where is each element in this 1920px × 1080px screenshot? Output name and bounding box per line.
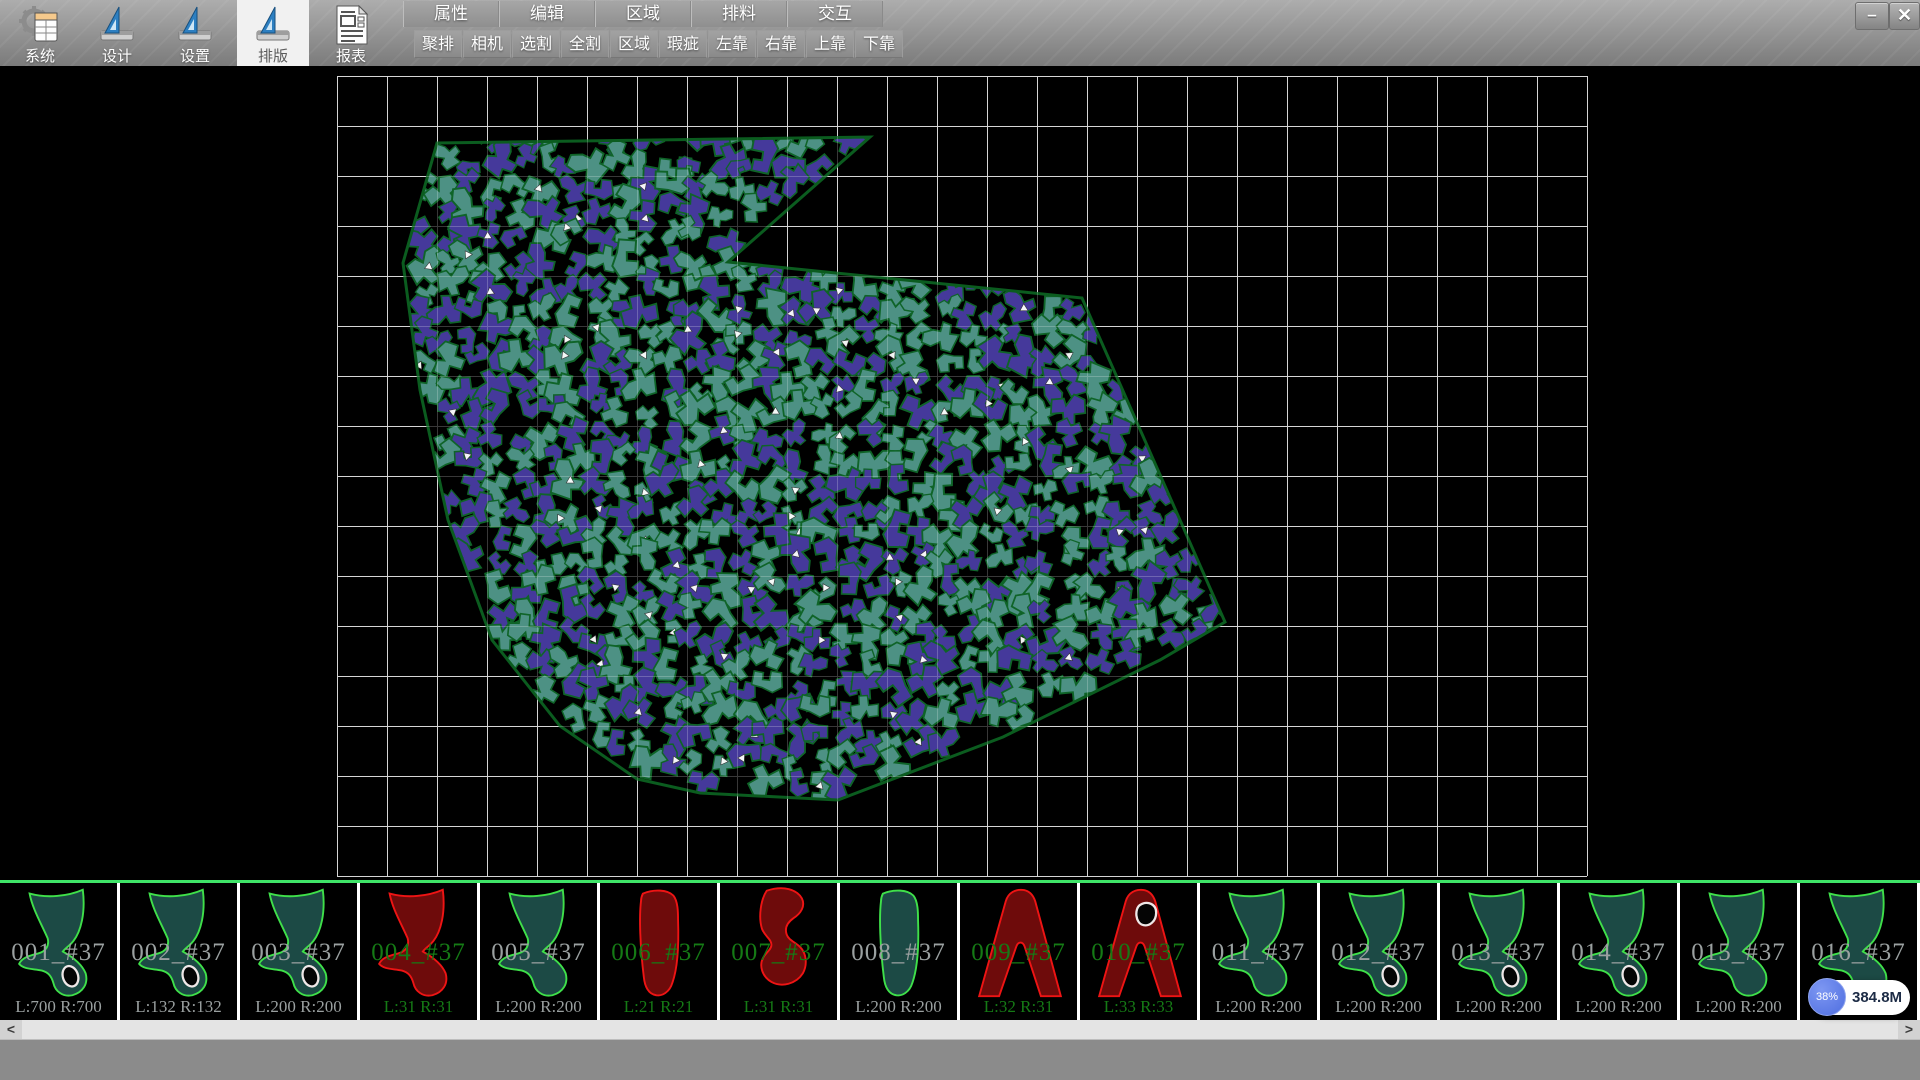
tab-region[interactable]: 区域 (595, 1, 691, 27)
tool-cut-all[interactable]: 全割 (561, 30, 609, 58)
app-button-label: 系统 (4, 45, 76, 66)
piece-id-label: 006_#37 (600, 939, 717, 967)
thumbnail-cell[interactable]: 006_#37 L:21 R:21 (600, 883, 720, 1020)
thumbnail-cell[interactable]: 014_#37 L:200 R:200 (1560, 883, 1680, 1020)
scroll-left-button[interactable]: < (0, 1020, 22, 1039)
tool-snap-down[interactable]: 下靠 (855, 30, 903, 58)
piece-count-label: L:31 R:31 (360, 997, 477, 1017)
piece-id-label: 002_#37 (120, 939, 237, 967)
piece-id-label: 013_#37 (1440, 939, 1557, 967)
piece-id-label: 007_#37 (720, 939, 837, 967)
app-button-settings[interactable]: 设置 (159, 0, 231, 66)
app-button-report[interactable]: 报表 (315, 0, 387, 66)
piece-id-label: 003_#37 (240, 939, 357, 967)
strip-scrollbar[interactable]: < > (0, 1020, 1920, 1040)
gear-table-icon (18, 3, 62, 47)
piece-id-label: 009_#37 (960, 939, 1077, 967)
thumbnail-cell[interactable]: 009_#37 L:32 R:31 (960, 883, 1080, 1020)
piece-id-label: 012_#37 (1320, 939, 1437, 967)
app-button-layout[interactable]: 排版 (237, 0, 309, 66)
bottom-gray-bar (0, 1040, 1920, 1080)
tool-defect[interactable]: 瑕疵 (659, 30, 707, 58)
piece-count-label: L:200 R:200 (840, 997, 957, 1017)
memory-value: 384.8M (1852, 989, 1902, 1006)
toolbar: 系统 设计 设置 (0, 0, 1920, 66)
piece-count-label: L:32 R:31 (960, 997, 1077, 1017)
report-icon (329, 3, 373, 47)
piece-count-label: L:132 R:132 (120, 997, 237, 1017)
thumbnail-cell[interactable]: 002_#37 L:132 R:132 (120, 883, 240, 1020)
set-square-icon (251, 3, 295, 47)
tab-interaction[interactable]: 交互 (787, 1, 883, 27)
piece-id-label: 001_#37 (0, 939, 117, 967)
thumbnail-cell[interactable]: 010_#37 L:33 R:33 (1080, 883, 1200, 1020)
app-button-label: 设计 (81, 45, 153, 66)
piece-id-label: 015_#37 (1680, 939, 1797, 967)
nesting-canvas[interactable] (0, 66, 1920, 880)
nesting-app-window: 系统 设计 设置 (0, 0, 1920, 1080)
piece-id-label: 004_#37 (360, 939, 477, 967)
app-button-design[interactable]: 设计 (81, 0, 153, 66)
piece-id-label: 014_#37 (1560, 939, 1677, 967)
tool-select-cut[interactable]: 选割 (512, 30, 560, 58)
app-button-label: 排版 (237, 45, 309, 66)
thumbnail-cell[interactable]: 011_#37 L:200 R:200 (1200, 883, 1320, 1020)
piece-count-label: L:200 R:200 (1440, 997, 1557, 1017)
tool-snap-left[interactable]: 左靠 (708, 30, 756, 58)
piece-count-label: L:33 R:33 (1080, 997, 1197, 1017)
piece-count-label: L:200 R:200 (1560, 997, 1677, 1017)
thumbnail-cell[interactable]: 013_#37 L:200 R:200 (1440, 883, 1560, 1020)
tool-snap-up[interactable]: 上靠 (806, 30, 854, 58)
tool-buttons: 聚排 相机 选割 全割 区域 瑕疵 左靠 右靠 上靠 下靠 (414, 30, 904, 59)
thumbnail-cell[interactable]: 004_#37 L:31 R:31 (360, 883, 480, 1020)
app-button-system[interactable]: 系统 (4, 0, 76, 66)
tab-edit[interactable]: 编辑 (499, 1, 595, 27)
piece-count-label: L:200 R:200 (1680, 997, 1797, 1017)
tool-cluster-nest[interactable]: 聚排 (414, 30, 462, 58)
set-square-icon (173, 3, 217, 47)
piece-id-label: 008_#37 (840, 939, 957, 967)
close-button[interactable]: ✕ (1889, 2, 1920, 30)
piece-thumbnail-strip: 001_#37L:700 R:700002_#37L:132 R:132003_… (0, 883, 1920, 1020)
tool-region[interactable]: 区域 (610, 30, 658, 58)
piece-count-label: L:700 R:700 (0, 997, 117, 1017)
thumbnail-cell[interactable]: 007_#37 L:31 R:31 (720, 883, 840, 1020)
scroll-right-button[interactable]: > (1898, 1020, 1920, 1039)
piece-id-label: 016_#37 (1800, 939, 1917, 967)
piece-id-label: 010_#37 (1080, 939, 1197, 967)
menu-tabs: 属性 编辑 区域 排料 交互 (403, 1, 883, 28)
app-button-label: 设置 (159, 45, 231, 66)
app-button-label: 报表 (315, 45, 387, 66)
set-square-icon (95, 3, 139, 47)
tab-nesting[interactable]: 排料 (691, 1, 787, 27)
piece-count-label: L:200 R:200 (480, 997, 597, 1017)
thumbnail-cell[interactable]: 008_#37 L:200 R:200 (840, 883, 960, 1020)
thumbnail-cell[interactable]: 003_#37 L:200 R:200 (240, 883, 360, 1020)
canvas-svg (0, 66, 1920, 880)
piece-count-label: L:200 R:200 (240, 997, 357, 1017)
leather-hide[interactable] (392, 110, 1233, 808)
memory-badge: 38% 384.8M (1810, 980, 1910, 1015)
thumbnail-cell[interactable]: 005_#37 L:200 R:200 (480, 883, 600, 1020)
minimize-button[interactable]: – (1855, 2, 1889, 30)
piece-count-label: L:200 R:200 (1320, 997, 1437, 1017)
piece-count-label: L:21 R:21 (600, 997, 717, 1017)
piece-count-label: L:200 R:200 (1200, 997, 1317, 1017)
tool-snap-right[interactable]: 右靠 (757, 30, 805, 58)
piece-id-label: 011_#37 (1200, 939, 1317, 967)
tool-camera[interactable]: 相机 (463, 30, 511, 58)
piece-id-label: 005_#37 (480, 939, 597, 967)
thumbnail-cell[interactable]: 015_#37 L:200 R:200 (1680, 883, 1800, 1020)
thumbnail-cell[interactable]: 001_#37 L:700 R:700 (0, 883, 120, 1020)
tab-properties[interactable]: 属性 (403, 1, 499, 27)
piece-count-label: L:31 R:31 (720, 997, 837, 1017)
thumbnail-cell[interactable]: 012_#37 L:200 R:200 (1320, 883, 1440, 1020)
memory-percent-dial: 38% (1808, 978, 1846, 1016)
